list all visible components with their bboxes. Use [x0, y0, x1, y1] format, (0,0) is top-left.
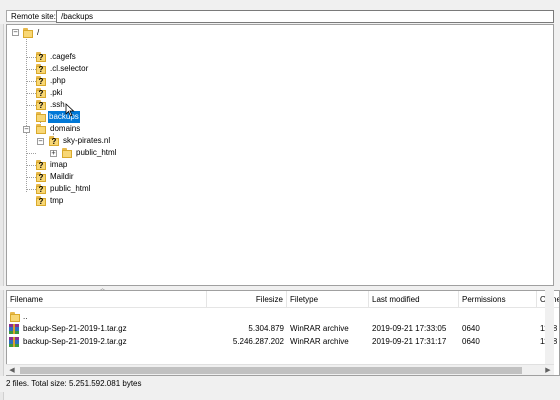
unknown-folder-icon: ? [36, 160, 46, 170]
unknown-folder-icon: ? [36, 64, 46, 74]
file-name: backup-Sep-21-2019-1.tar.gz [23, 324, 127, 333]
collapse-toggle-icon[interactable]: − [12, 29, 19, 36]
status-bar: 2 files. Total size: 5.251.592.081 bytes [0, 376, 560, 392]
file-modified: 2019-09-21 17:33:05 [372, 324, 447, 333]
remote-site-label: Remote site: [6, 10, 61, 22]
unknown-folder-icon: ? [36, 76, 46, 86]
tree-connector-line [26, 165, 36, 166]
folder-icon [10, 312, 20, 322]
unknown-folder-icon: ? [36, 184, 46, 194]
unknown-folder-icon: ? [36, 88, 46, 98]
column-header-filename[interactable]: Filename [7, 291, 207, 308]
vertical-scrollbar[interactable] [545, 290, 554, 364]
file-modified: 2019-09-21 17:31:17 [372, 337, 447, 346]
tree-connector-line [26, 177, 36, 178]
tree-connector-line [26, 105, 36, 106]
unknown-folder-icon: ? [36, 100, 46, 110]
tree-connector-line [26, 189, 36, 190]
file-name: backup-Sep-21-2019-2.tar.gz [23, 337, 127, 346]
file-permissions: 0640 [462, 337, 480, 346]
collapse-toggle-icon[interactable]: − [37, 138, 44, 145]
unknown-folder-icon: ? [36, 52, 46, 62]
table-row[interactable]: backup-Sep-21-2019-1.tar.gz 5.304.879 Wi… [7, 322, 559, 335]
remote-site-path-input[interactable]: /backups [56, 10, 554, 23]
column-header-filetype[interactable]: Filetype [287, 291, 369, 308]
status-text: 2 files. Total size: 5.251.592.081 bytes [6, 379, 142, 388]
tree-connector-line [26, 81, 36, 82]
tree-connector-line [26, 93, 36, 94]
tree-connector-line [26, 69, 36, 70]
folder-icon [23, 28, 33, 38]
table-row[interactable]: backup-Sep-21-2019-2.tar.gz 5.246.287.20… [7, 335, 559, 348]
file-list-header: Filename Filesize Filetype Last modified… [7, 291, 559, 308]
tree-connector-line [26, 57, 36, 58]
mouse-pointer-icon [65, 103, 75, 117]
column-header-filesize[interactable]: Filesize [207, 291, 287, 308]
winrar-archive-icon [9, 324, 19, 334]
unknown-folder-icon: ? [36, 196, 46, 206]
folder-icon [36, 112, 46, 122]
tree-connector-line [26, 35, 27, 192]
remote-site-bar: Remote site: /backups [0, 0, 560, 24]
remote-directory-tree[interactable]: − / ? .cagefs ? .cl.selector ? .php ? .p… [6, 24, 554, 286]
horizontal-scrollbar[interactable]: ◀ ▶ [6, 364, 554, 375]
unknown-folder-icon: ? [49, 136, 59, 146]
winrar-archive-icon [9, 337, 19, 347]
tree-connector-line [26, 153, 36, 154]
folder-icon [62, 148, 72, 158]
window-left-edge [0, 0, 4, 400]
expand-toggle-icon[interactable]: + [50, 150, 57, 157]
file-size: 5.246.287.202 [232, 337, 284, 346]
column-header-last-modified[interactable]: Last modified [369, 291, 459, 308]
collapse-toggle-icon[interactable]: − [23, 126, 30, 133]
scroll-left-icon[interactable]: ◀ [6, 365, 18, 376]
file-permissions: 0640 [462, 324, 480, 333]
unknown-folder-icon: ? [36, 172, 46, 182]
scrollbar-thumb[interactable] [20, 367, 522, 374]
column-header-permissions[interactable]: Permissions [459, 291, 537, 308]
file-type: WinRAR archive [290, 324, 349, 333]
scroll-right-icon[interactable]: ▶ [542, 365, 554, 376]
folder-icon [36, 124, 46, 134]
file-size: 5.304.879 [248, 324, 284, 333]
file-type: WinRAR archive [290, 337, 349, 346]
